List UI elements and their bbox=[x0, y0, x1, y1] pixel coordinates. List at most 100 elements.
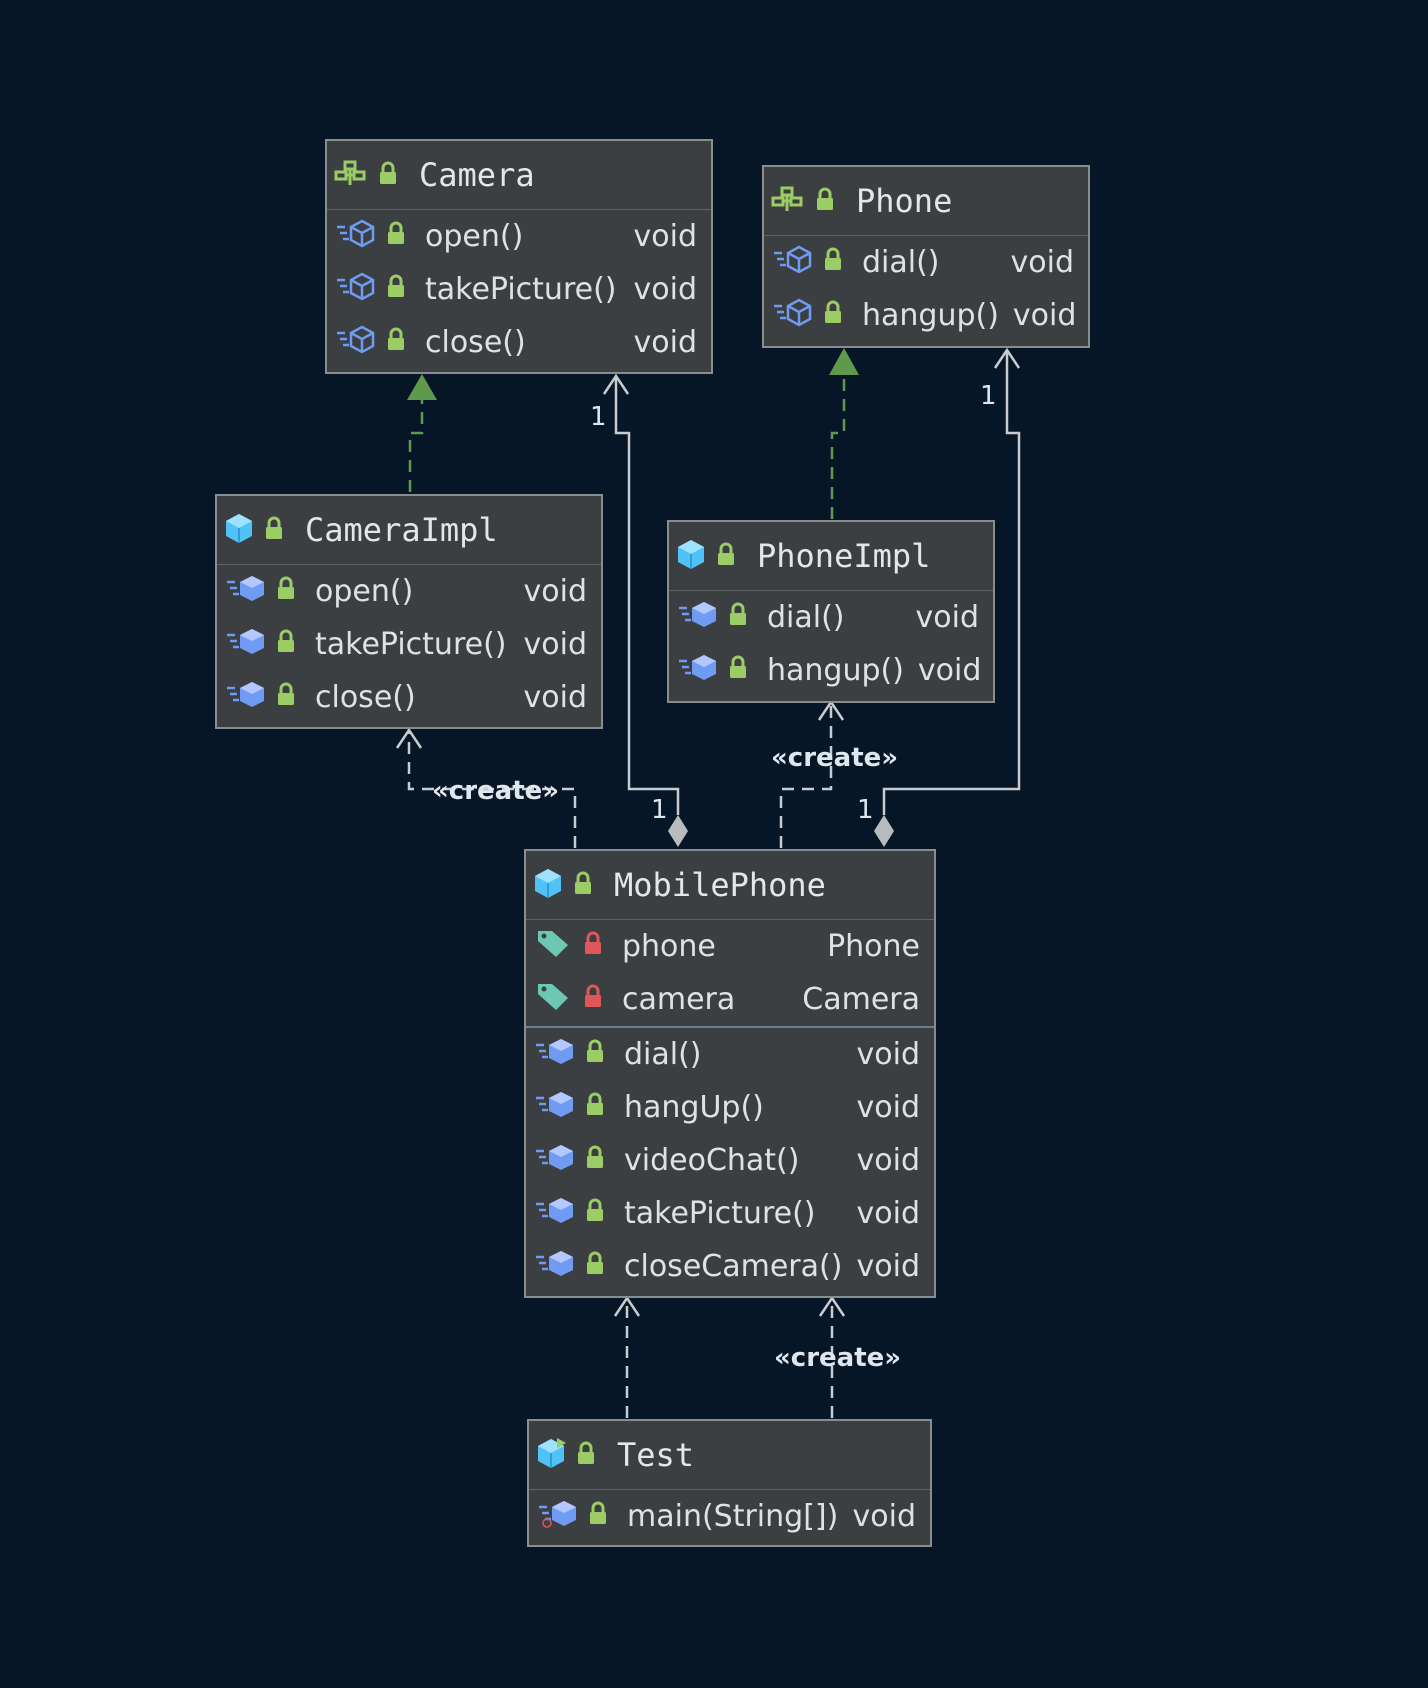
interface-icon bbox=[333, 159, 369, 191]
method-icon bbox=[225, 679, 267, 717]
edge-phoneimpl-realizes-phone bbox=[829, 348, 859, 519]
field-row[interactable]: camera Camera bbox=[526, 973, 934, 1026]
mobilephone-class-node[interactable]: MobilePhone phone Phone camera Camera dial()… bbox=[524, 849, 936, 1298]
method-row[interactable]: main(String[]) void bbox=[529, 1490, 930, 1543]
method-row[interactable]: takePicture() void bbox=[526, 1187, 934, 1240]
method-list: dial() void hangup() void bbox=[764, 236, 1088, 342]
method-row[interactable]: closeCamera() void bbox=[526, 1240, 934, 1293]
create-mobilephone-label: «create» bbox=[774, 1343, 901, 1373]
method-row[interactable]: dial() void bbox=[764, 236, 1088, 289]
member-type: void bbox=[633, 219, 698, 254]
lock-icon bbox=[267, 574, 297, 609]
method-icon bbox=[537, 1498, 579, 1536]
member-type: void bbox=[1010, 245, 1075, 280]
member-name: hangUp() bbox=[624, 1090, 764, 1125]
field-icon bbox=[534, 927, 574, 967]
lock-icon bbox=[564, 870, 594, 900]
lock-icon bbox=[576, 1037, 606, 1072]
method-row[interactable]: hangUp() void bbox=[526, 1081, 934, 1134]
method-row[interactable]: takePicture() void bbox=[327, 263, 711, 316]
lock-icon bbox=[255, 515, 285, 545]
method-row[interactable]: close() void bbox=[217, 671, 601, 724]
member-type: void bbox=[852, 1499, 917, 1534]
mobile-camera-multiplicity: 1 bbox=[651, 795, 668, 825]
method-list: dial() void hangup() void bbox=[669, 591, 993, 697]
realization-arrowhead bbox=[829, 348, 859, 375]
create-cameraimpl-label: «create» bbox=[432, 776, 559, 806]
test-class-node[interactable]: Test main(String[]) void bbox=[527, 1419, 932, 1547]
method-row[interactable]: takePicture() void bbox=[217, 618, 601, 671]
realization-arrowhead bbox=[407, 374, 437, 400]
lock-icon bbox=[377, 325, 407, 360]
lock-icon bbox=[377, 219, 407, 254]
phone-multiplicity: 1 bbox=[980, 381, 997, 411]
member-name: phone bbox=[622, 929, 716, 964]
camera-interface-node[interactable]: Camera open() void takePicture() void close(… bbox=[325, 139, 713, 374]
field-row[interactable]: phone Phone bbox=[526, 920, 934, 973]
lock-icon bbox=[574, 929, 604, 964]
method-row[interactable]: dial() void bbox=[669, 591, 993, 644]
node-header: Test bbox=[529, 1421, 930, 1490]
method-list: open() void takePicture() void close() void bbox=[217, 565, 601, 724]
phone-interface-node[interactable]: Phone dial() void hangup() void bbox=[762, 165, 1090, 348]
member-name: main(String[]) bbox=[627, 1499, 839, 1534]
method-list: main(String[]) void bbox=[529, 1490, 930, 1543]
method-icon bbox=[534, 1089, 576, 1127]
method-row[interactable]: dial() void bbox=[526, 1028, 934, 1081]
mobile-phone-multiplicity: 1 bbox=[857, 795, 874, 825]
member-type: void bbox=[633, 325, 698, 360]
member-name: dial() bbox=[862, 245, 940, 280]
method-row[interactable]: close() void bbox=[327, 316, 711, 369]
method-icon bbox=[534, 1248, 576, 1286]
member-type: void bbox=[915, 600, 980, 635]
create-phoneimpl-label: «create» bbox=[771, 743, 898, 773]
member-name: close() bbox=[425, 325, 526, 360]
class-icon bbox=[223, 512, 255, 548]
node-title: CameraImpl bbox=[305, 511, 498, 549]
lock-icon bbox=[814, 245, 844, 280]
field-icon bbox=[534, 980, 574, 1020]
lock-icon bbox=[719, 653, 749, 688]
interface-icon bbox=[770, 185, 806, 217]
member-type: void bbox=[856, 1196, 921, 1231]
lock-icon bbox=[567, 1440, 597, 1470]
cameraimpl-class-node[interactable]: CameraImpl open() void takePicture() void cl… bbox=[215, 494, 603, 729]
member-name: close() bbox=[315, 680, 416, 715]
member-name: open() bbox=[315, 574, 414, 609]
node-title: Phone bbox=[856, 182, 953, 220]
member-type: void bbox=[633, 272, 698, 307]
method-row[interactable]: hangup() void bbox=[669, 644, 993, 697]
lock-icon bbox=[814, 298, 844, 333]
runnable-class-icon bbox=[535, 1437, 567, 1473]
lock-icon bbox=[377, 272, 407, 307]
method-row[interactable]: open() void bbox=[327, 210, 711, 263]
method-icon bbox=[225, 626, 267, 664]
lock-icon bbox=[267, 680, 297, 715]
method-row[interactable]: hangup() void bbox=[764, 289, 1088, 342]
method-icon bbox=[335, 271, 377, 309]
node-header: Phone bbox=[764, 167, 1088, 236]
edge-test-uses-mobilephone bbox=[613, 1295, 641, 1418]
method-icon bbox=[225, 573, 267, 611]
member-type: void bbox=[1012, 298, 1077, 333]
member-list: phone Phone camera Camera dial() void hangUp()… bbox=[526, 920, 934, 1293]
method-icon bbox=[534, 1195, 576, 1233]
node-title: MobilePhone bbox=[614, 866, 826, 904]
node-title: PhoneImpl bbox=[757, 537, 931, 575]
member-name: videoChat() bbox=[624, 1143, 800, 1178]
method-row[interactable]: videoChat() void bbox=[526, 1134, 934, 1187]
method-icon bbox=[534, 1142, 576, 1180]
lock-icon bbox=[576, 1090, 606, 1125]
phoneimpl-class-node[interactable]: PhoneImpl dial() void hangup() void bbox=[667, 520, 995, 703]
edge-test-creates-mobilephone: «create» bbox=[774, 1295, 901, 1418]
member-name: closeCamera() bbox=[624, 1249, 843, 1284]
lock-icon bbox=[806, 186, 836, 216]
class-icon bbox=[675, 538, 707, 574]
method-icon bbox=[677, 599, 719, 637]
lock-icon bbox=[576, 1249, 606, 1284]
node-header: PhoneImpl bbox=[669, 522, 993, 591]
composition-diamond bbox=[668, 815, 688, 847]
node-header: Camera bbox=[327, 141, 711, 210]
method-row[interactable]: open() void bbox=[217, 565, 601, 618]
lock-icon bbox=[719, 600, 749, 635]
